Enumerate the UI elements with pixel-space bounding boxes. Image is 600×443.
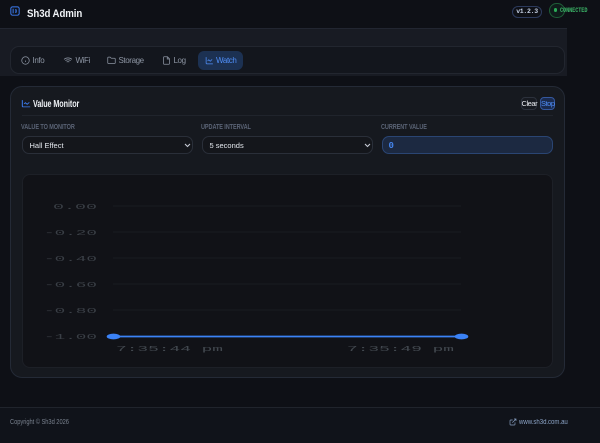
svg-text:-0.60: -0.60 <box>44 282 98 290</box>
svg-text:-0.80: -0.80 <box>44 308 98 316</box>
svg-text:7:35:49 pm: 7:35:49 pm <box>347 346 455 354</box>
svg-text:7:35:44 pm: 7:35:44 pm <box>116 346 224 354</box>
svg-text:-0.20: -0.20 <box>44 230 98 238</box>
svg-text:-0.40: -0.40 <box>44 256 98 264</box>
svg-text:0.00: 0.00 <box>53 204 98 212</box>
svg-text:-1.00: -1.00 <box>44 334 98 342</box>
